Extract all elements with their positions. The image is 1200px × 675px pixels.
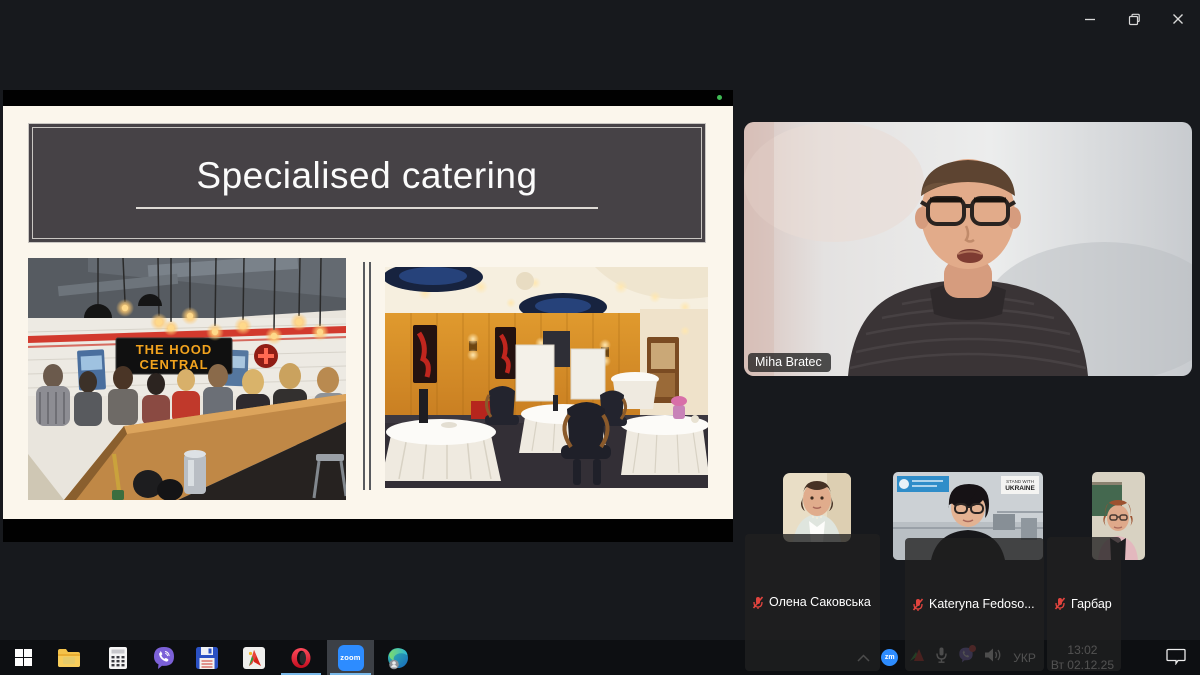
muted-mic-icon [912,598,924,611]
action-center-icon [1166,648,1186,665]
window-controls [1068,4,1200,34]
close-button[interactable] [1156,4,1200,34]
presenter-status-dot [717,95,722,100]
speaker-name-tag: Miha Bratec [748,353,831,372]
save-floppy-button[interactable] [184,640,230,675]
action-center-button[interactable] [1166,648,1186,670]
svg-text:UKRAINE: UKRAINE [1005,485,1035,492]
participant-name: Олена Саковська [769,595,871,609]
calculator-icon [109,647,127,669]
file-explorer-button[interactable] [46,640,92,675]
participant-video-olena[interactable] [783,473,851,542]
speaker-name: Miha Bratec [755,355,822,369]
viber-icon [152,646,176,670]
participant-name: Гарбар [1071,597,1112,611]
left-photo-illustration: THE HOOD CENTRAL [28,258,346,500]
participant-name-tag: Kateryna Fedoso... [905,538,1044,671]
slide-title: Specialised catering [196,157,537,196]
participant-name-tag: Гарбар [1047,537,1121,671]
edge-button[interactable] [375,640,421,675]
restore-button[interactable] [1112,4,1156,34]
svg-text:THE HOOD: THE HOOD [136,342,213,357]
photo-divider [363,262,371,490]
speaker-video-frame [744,122,1192,376]
share-letterbox-bottom [3,519,733,542]
muted-mic-icon [752,596,764,609]
media-app-icon [243,647,265,669]
muted-mic-icon [1054,597,1066,610]
edge-icon [386,646,410,670]
shared-screen[interactable]: Specialised catering [3,90,733,542]
zoom-tray-icon[interactable]: zm [881,649,898,666]
stand-with-ukraine-badge: STAND WITH UKRAINE [1001,476,1039,494]
participant-name-tag: Олена Саковська [745,534,880,671]
speaker-video[interactable]: Miha Bratec [744,122,1192,376]
restore-icon [1128,13,1141,26]
svg-text:CENTRAL: CENTRAL [139,357,208,372]
opera-button[interactable] [278,640,324,675]
zoom-meeting-window: Specialised catering [0,0,1200,675]
windows-start-icon [15,649,32,666]
presentation-slide: Specialised catering [3,106,733,519]
calculator-button[interactable] [95,640,141,675]
close-icon [1172,13,1184,25]
svg-text:STAND WITH: STAND WITH [1006,479,1034,484]
participant-name: Kateryna Fedoso... [929,597,1035,611]
zoom-taskbar-button[interactable]: zoom [327,640,374,675]
zoom-app-icon: zoom [338,645,364,671]
save-floppy-icon [196,647,218,669]
minimize-button[interactable] [1068,4,1112,34]
file-explorer-icon [57,648,81,668]
opera-icon [290,647,312,669]
right-photo-illustration [385,267,708,488]
zoom-app-icon-label: zoom [340,653,360,662]
viber-button[interactable] [141,640,187,675]
media-app-button[interactable] [231,640,277,675]
slide-title-underline [136,207,598,209]
minimize-icon [1084,13,1096,25]
slide-title-box: Specialised catering [28,123,706,243]
zm-tray-label: zm [885,654,895,661]
share-letterbox-top [3,90,733,106]
start-button[interactable] [0,640,46,675]
